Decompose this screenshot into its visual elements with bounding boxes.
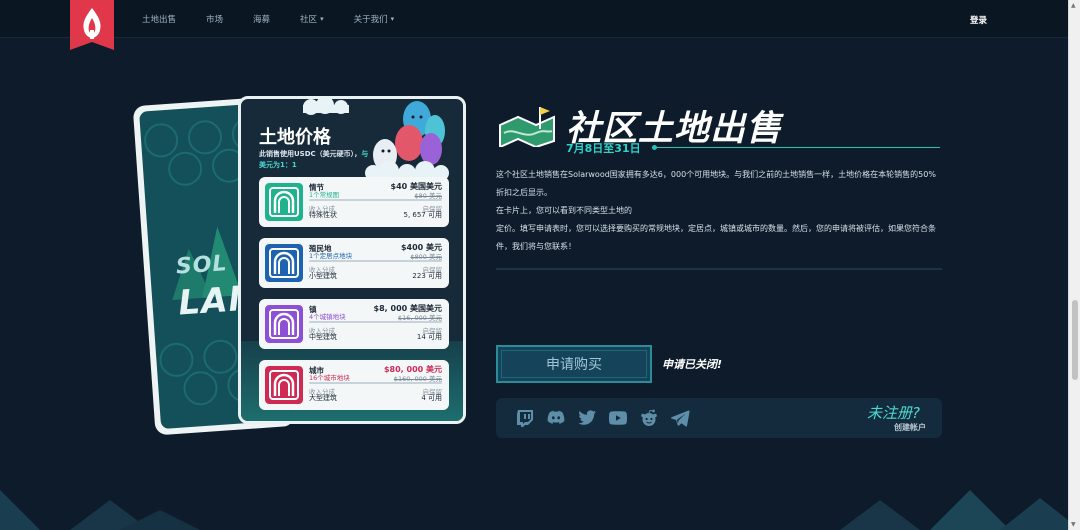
logo-icon[interactable] bbox=[70, 0, 114, 56]
reddit-icon[interactable] bbox=[638, 407, 660, 429]
sale-date: 7月8日至31日 bbox=[566, 142, 641, 155]
social-bar: 未注册? 创建帐户 bbox=[496, 398, 942, 438]
nav-item-about[interactable]: 关于我们 ▾ bbox=[354, 13, 395, 25]
nav-menu: 土地出售 市场 海募 社区 ▾ 关于我们 ▾ bbox=[142, 0, 424, 38]
youtube-icon[interactable] bbox=[607, 407, 629, 429]
twitch-icon[interactable] bbox=[514, 407, 536, 429]
create-account-link[interactable]: 创建帐户 bbox=[894, 422, 926, 433]
social-icons bbox=[514, 407, 700, 429]
discord-icon[interactable] bbox=[545, 407, 567, 429]
scroll-down-icon[interactable]: ▼ bbox=[1071, 521, 1076, 528]
nav-item-hiring[interactable]: 海募 bbox=[253, 13, 270, 25]
nav-item-market[interactable]: 市场 bbox=[206, 13, 223, 25]
scrollbar[interactable]: ▲ ▼ bbox=[1068, 0, 1080, 530]
price-card-subtitle: 此销售使用USDC（美元硬币），与美元为1：1 bbox=[259, 150, 369, 169]
scroll-up-icon[interactable]: ▲ bbox=[1071, 2, 1076, 9]
city-icon bbox=[265, 366, 303, 404]
chevron-down-icon: ▾ bbox=[390, 15, 395, 23]
land-price-card: 土地价格 此销售使用USDC（美元硬币），与美元为1：1 情节 1个常规图 $4… bbox=[238, 96, 466, 424]
telegram-icon[interactable] bbox=[669, 407, 691, 429]
section-divider bbox=[496, 268, 942, 270]
twitter-icon[interactable] bbox=[576, 407, 598, 429]
apply-purchase-button[interactable]: 申请购买 bbox=[496, 345, 652, 383]
land-type-list: 情节 1个常规图 $40 美国美元 $80 美元 收入分成 特殊性状 启保留 5… bbox=[259, 177, 449, 421]
title-divider bbox=[652, 145, 940, 150]
top-nav: 土地出售 市场 海募 社区 ▾ 关于我们 ▾ 登录 bbox=[0, 0, 1068, 50]
login-link[interactable]: 登录 bbox=[970, 14, 987, 26]
application-closed-status: 申请已关闭! bbox=[662, 358, 723, 371]
settlement-icon bbox=[265, 244, 303, 282]
mountain-decoration bbox=[0, 490, 1068, 530]
map-flag-icon bbox=[499, 107, 555, 147]
nav-item-land-sale[interactable]: 土地出售 bbox=[142, 13, 176, 25]
unregistered-label: 未注册? bbox=[867, 404, 920, 422]
land-item-town: 镇 4个城镇地块 $8, 000 美国美元 $16, 000 美元 收入分成 中… bbox=[259, 299, 449, 349]
land-item-city: 城市 16个城市地块 $80, 000 美元 $160, 000 美元 收入分成… bbox=[259, 360, 449, 410]
land-item-plot: 情节 1个常规图 $40 美国美元 $80 美元 收入分成 特殊性状 启保留 5… bbox=[259, 177, 449, 227]
sale-description: 这个社区土地销售在Solarwood国家拥有多达6，000个可用地块。与我们之前… bbox=[496, 170, 936, 251]
land-item-settlement: 殖民地 1个定居点地块 $400 美元 $800 美元 收入分成 小型建筑 启保… bbox=[259, 238, 449, 288]
town-icon bbox=[265, 305, 303, 343]
scroll-thumb[interactable] bbox=[1072, 300, 1078, 380]
chevron-down-icon: ▾ bbox=[320, 15, 324, 23]
plot-icon bbox=[265, 183, 303, 221]
price-card-title: 土地价格 bbox=[259, 127, 331, 148]
nav-item-community[interactable]: 社区 ▾ bbox=[300, 13, 324, 25]
